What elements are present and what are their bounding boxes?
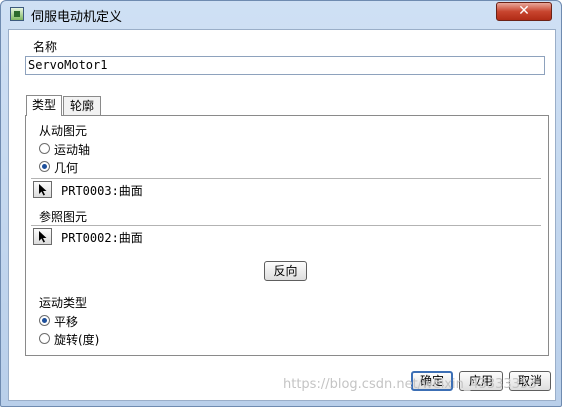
name-label: 名称 [33,40,58,54]
reference-selection: PRT0002:曲面 [61,231,143,245]
radio-translation-label: 平移 [54,315,79,329]
tab-type[interactable]: 类型 [26,95,62,116]
name-field[interactable]: ServoMotor1 [25,56,545,75]
radio-motion-axis[interactable] [39,143,50,154]
driven-selection: PRT0003:曲面 [61,184,143,198]
title-bar[interactable]: 伺服电动机定义 ✕ [1,1,561,28]
watermark-text: https://blog.csdn.net/weixin_43333353 [283,377,537,392]
tab-profile[interactable]: 轮廓 [63,96,101,116]
reference-select-button[interactable] [33,228,52,245]
dialog-body: 名称 ServoMotor1 类型 轮廓 从动图元 运动轴 几何 PRT0003… [8,29,556,401]
driven-entity-label: 从动图元 [39,124,88,138]
cursor-arrow-icon [39,184,47,196]
radio-geometry[interactable] [39,161,50,172]
radio-motion-axis-label: 运动轴 [54,143,91,157]
motion-type-label: 运动类型 [39,296,88,310]
radio-geometry-label: 几何 [54,161,79,175]
driven-select-button[interactable] [33,181,52,198]
radio-translation[interactable] [39,315,50,326]
close-button[interactable]: ✕ [496,2,552,21]
window-title: 伺服电动机定义 [31,10,123,25]
dialog-window: 伺服电动机定义 ✕ 名称 ServoMotor1 类型 轮廓 从动图元 运动轴 … [0,0,562,407]
app-icon [10,7,24,21]
radio-rotation[interactable] [39,333,50,344]
flip-button[interactable]: 反向 [264,261,307,281]
radio-rotation-label: 旋转(度) [54,333,100,347]
separator [31,225,541,226]
reference-entity-label: 参照图元 [39,210,88,224]
cursor-arrow-icon [39,231,47,243]
separator [31,178,541,179]
